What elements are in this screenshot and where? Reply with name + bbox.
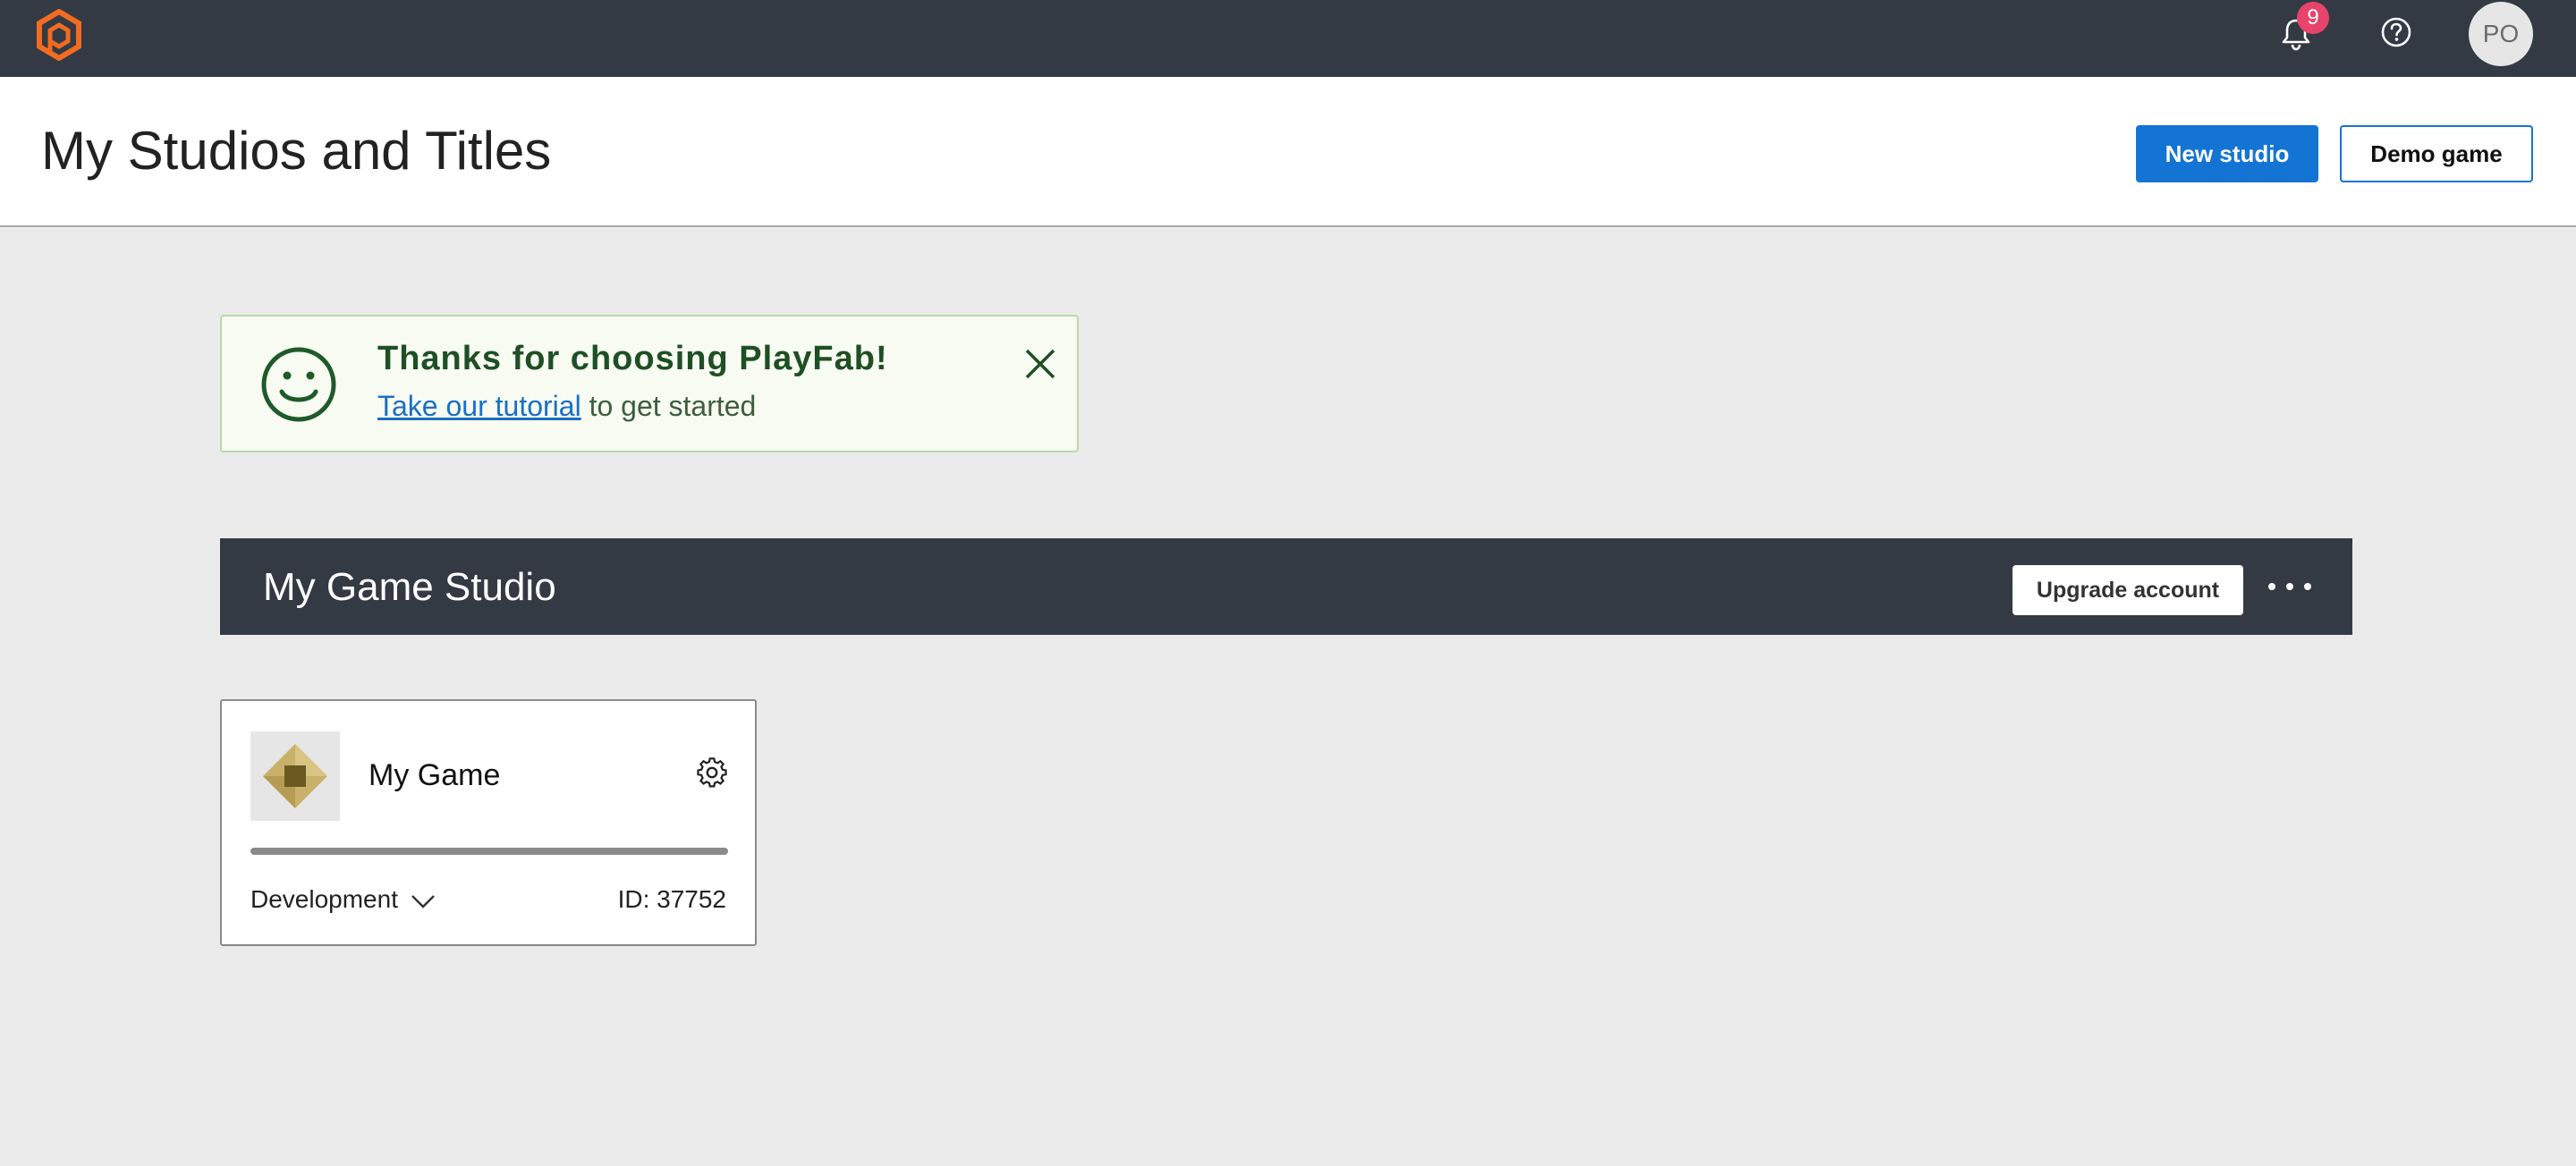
banner-message-text: to get started [580,390,757,422]
page-header: My Studios and Titles New studio Demo ga… [0,77,2576,227]
more-options-icon[interactable] [2267,576,2313,597]
environment-dropdown[interactable]: Development [250,885,436,914]
title-card[interactable]: My Game Development ID: 37752 [220,699,757,946]
game-title-name[interactable]: My Game [369,758,500,793]
chevron-down-icon [411,894,435,908]
title-id: ID: 37752 [617,885,726,913]
help-icon[interactable] [2379,15,2413,49]
tutorial-link[interactable]: Take our tutorial [377,390,581,422]
playfab-logo-icon[interactable] [36,9,82,61]
studio-header: My Game Studio Upgrade account [220,538,2352,635]
page-title: My Studios and Titles [41,121,552,181]
notification-count-badge: 9 [2297,2,2329,34]
studio-name: My Game Studio [263,565,556,609]
environment-label: Development [250,885,398,913]
banner-message: Take our tutorial to get started [377,390,756,423]
banner-title: Thanks for choosing PlayFab! [377,340,888,377]
game-thumbnail-icon [250,731,340,821]
demo-game-button[interactable]: Demo game [2340,125,2533,182]
user-avatar[interactable]: PO [2469,2,2533,66]
top-navigation-bar: 9 PO [0,0,2576,77]
welcome-banner: Thanks for choosing PlayFab! Take our tu… [220,315,1079,452]
new-studio-button[interactable]: New studio [2136,125,2318,182]
upgrade-account-button[interactable]: Upgrade account [2012,565,2243,615]
smiley-face-icon [261,347,336,422]
card-divider [250,848,728,855]
settings-gear-icon[interactable] [696,756,728,789]
close-icon[interactable] [1021,345,1059,383]
